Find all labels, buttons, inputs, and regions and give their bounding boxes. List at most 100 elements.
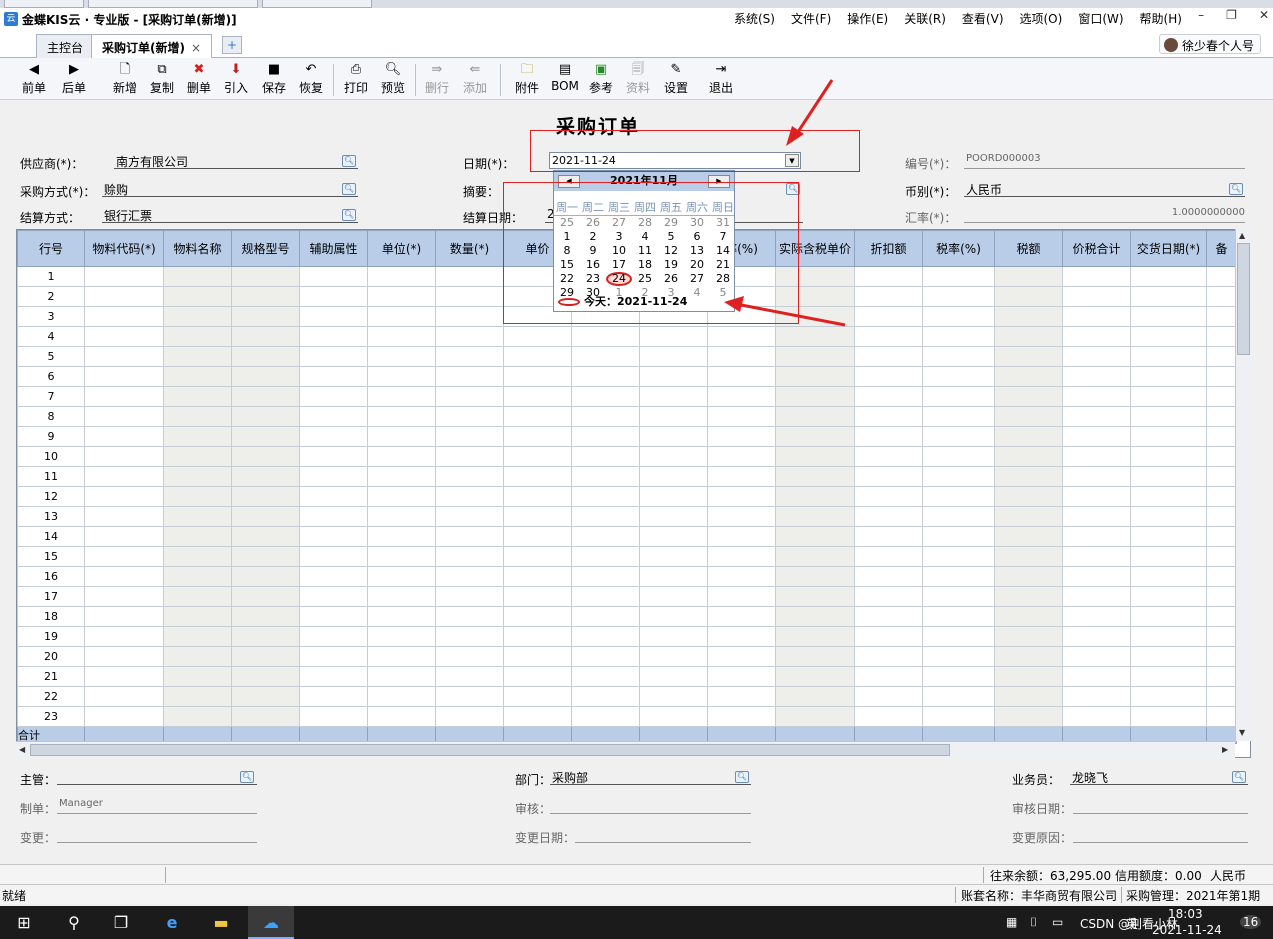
grid-cell[interactable] [1130, 486, 1207, 507]
auditor-field[interactable] [550, 798, 751, 814]
row-number[interactable]: 18 [17, 606, 85, 627]
grid-cell[interactable] [1062, 626, 1131, 647]
row-number[interactable]: 22 [17, 686, 85, 707]
grid-cell[interactable] [503, 646, 572, 667]
grid-cell[interactable] [707, 586, 776, 607]
grid-cell[interactable] [84, 306, 164, 327]
grid-cell[interactable] [922, 606, 995, 627]
grid-cell[interactable] [299, 646, 368, 667]
settlement-lookup-icon[interactable]: 🔍︎ [342, 209, 356, 221]
scroll-right-icon[interactable]: ▶ [1222, 745, 1228, 754]
grid-cell[interactable] [571, 526, 640, 547]
grid-cell[interactable] [163, 646, 232, 667]
row-number[interactable]: 12 [17, 486, 85, 507]
grid-cell[interactable] [435, 626, 504, 647]
attach-button[interactable]: 🗀 附件 [509, 61, 545, 99]
kingdee-taskbar-icon[interactable]: ☁ [259, 912, 283, 934]
grid-cell[interactable] [707, 506, 776, 527]
grid-cell[interactable] [367, 546, 436, 567]
grid-cell[interactable] [84, 626, 164, 647]
table-row[interactable]: 14 [17, 526, 1237, 547]
grid-cell[interactable] [84, 486, 164, 507]
grid-cell[interactable] [1062, 506, 1131, 527]
grid-cell[interactable] [854, 446, 923, 467]
grid-cell[interactable] [994, 426, 1063, 447]
grid-cell[interactable] [994, 346, 1063, 367]
grid-cell[interactable] [854, 286, 923, 307]
grid-cell[interactable] [367, 346, 436, 367]
table-row[interactable]: 13 [17, 506, 1237, 527]
menu-options[interactable]: 选项(O) [1020, 10, 1063, 27]
grid-cell[interactable] [231, 706, 300, 727]
close-icon[interactable]: ✕ [1259, 8, 1269, 22]
grid-cell[interactable] [231, 346, 300, 367]
menu-file[interactable]: 文件(F) [791, 10, 831, 27]
grid-cell[interactable] [231, 606, 300, 627]
row-number[interactable]: 20 [17, 646, 85, 667]
grid-cell[interactable] [775, 546, 855, 567]
grid-cell[interactable] [1206, 346, 1237, 367]
number-field[interactable]: POORD000003 [964, 153, 1245, 169]
menu-system[interactable]: 系统(S) [734, 10, 775, 27]
grid-cell[interactable] [435, 306, 504, 327]
scroll-down-icon[interactable]: ▼ [1239, 728, 1245, 737]
grid-cell[interactable] [231, 366, 300, 387]
grid-cell[interactable] [707, 686, 776, 707]
grid-cell[interactable] [639, 366, 708, 387]
grid-cell[interactable] [503, 326, 572, 347]
grid-cell[interactable] [435, 446, 504, 467]
grid-cell[interactable] [1206, 526, 1237, 547]
grid-cell[interactable] [922, 686, 995, 707]
grid-cell[interactable] [775, 606, 855, 627]
grid-cell[interactable] [503, 706, 572, 727]
grid-cell[interactable] [1130, 346, 1207, 367]
grid-cell[interactable] [435, 426, 504, 447]
grid-cell[interactable] [1062, 346, 1131, 367]
grid-cell[interactable] [1062, 446, 1131, 467]
grid-cell[interactable] [1130, 686, 1207, 707]
grid-cell[interactable] [1130, 666, 1207, 687]
grid-cell[interactable] [922, 286, 995, 307]
grid-cell[interactable] [367, 266, 436, 287]
row-number[interactable]: 23 [17, 706, 85, 727]
prev-button[interactable]: ◀ 前单 [16, 61, 52, 99]
grid-cell[interactable] [367, 506, 436, 527]
grid-cell[interactable] [571, 486, 640, 507]
grid-cell[interactable] [994, 526, 1063, 547]
table-row[interactable]: 10 [17, 446, 1237, 467]
grid-cell[interactable] [639, 446, 708, 467]
grid-cell[interactable] [299, 606, 368, 627]
salesman-lookup-icon[interactable]: 🔍︎ [1232, 771, 1246, 783]
grid-cell[interactable] [163, 346, 232, 367]
menu-view[interactable]: 查看(V) [962, 10, 1004, 27]
grid-cell[interactable] [299, 466, 368, 487]
grid-cell[interactable] [435, 586, 504, 607]
grid-cell[interactable] [1130, 446, 1207, 467]
grid-cell[interactable] [231, 526, 300, 547]
grid-cell[interactable] [571, 366, 640, 387]
grid-cell[interactable] [1062, 486, 1131, 507]
grid-cell[interactable] [1206, 506, 1237, 527]
change-reason-field[interactable] [1073, 827, 1248, 843]
grid-cell[interactable] [231, 286, 300, 307]
grid-cell[interactable] [367, 686, 436, 707]
grid-cell[interactable] [299, 566, 368, 587]
grid-cell[interactable] [1130, 546, 1207, 567]
row-number[interactable]: 6 [17, 366, 85, 387]
purchase-method-lookup-icon[interactable]: 🔍︎ [342, 183, 356, 195]
dept-lookup-icon[interactable]: 🔍︎ [735, 771, 749, 783]
supplier-lookup-icon[interactable]: 🔍︎ [342, 155, 356, 167]
grid-cell[interactable] [854, 686, 923, 707]
grid-cell[interactable] [299, 546, 368, 567]
ie-browser-icon[interactable]: e [160, 912, 184, 934]
grid-cell[interactable] [639, 606, 708, 627]
import-button[interactable]: ⬇ 引入 [218, 61, 254, 99]
grid-cell[interactable] [231, 386, 300, 407]
grid-cell[interactable] [1130, 706, 1207, 727]
grid-cell[interactable] [503, 606, 572, 627]
grid-cell[interactable] [84, 426, 164, 447]
table-row[interactable]: 6 [17, 366, 1237, 387]
tab-close-icon[interactable]: × [191, 41, 201, 55]
col-header-tax-amount[interactable]: 税额 [994, 230, 1063, 267]
grid-cell[interactable] [84, 326, 164, 347]
